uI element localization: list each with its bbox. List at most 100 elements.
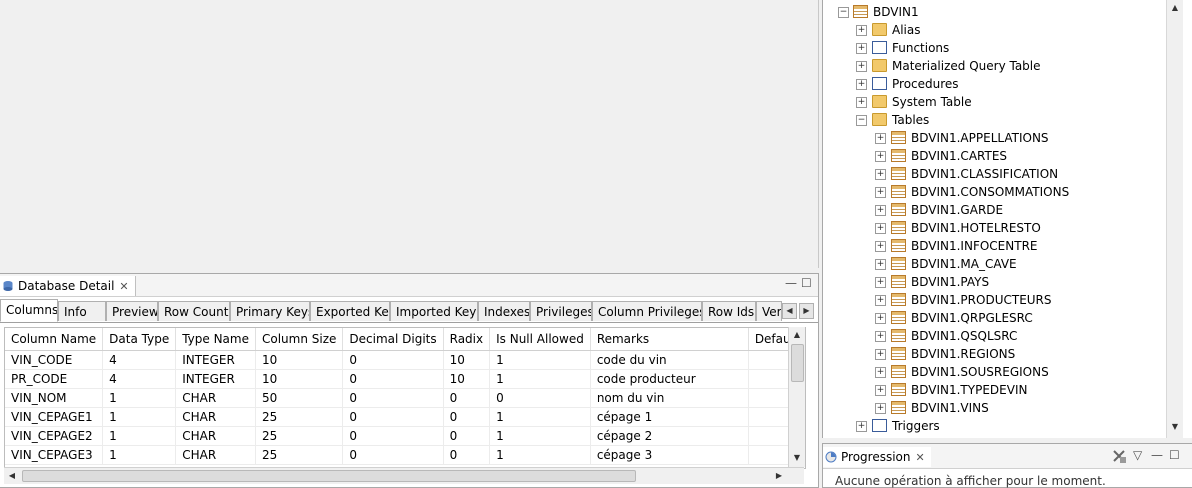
close-icon[interactable]: ✕ xyxy=(916,451,925,464)
column-header[interactable]: Type Name xyxy=(175,328,256,351)
tree-item-folder[interactable]: + Triggers xyxy=(823,417,1163,435)
expand-icon[interactable]: + xyxy=(856,97,867,108)
scroll-thumb[interactable] xyxy=(22,470,636,482)
tree-item-folder[interactable]: + Functions xyxy=(823,39,1163,57)
tree-item-table[interactable]: + BDVIN1.SOUSREGIONS xyxy=(823,363,1163,381)
tree-item-table[interactable]: + BDVIN1.CONSOMMATIONS xyxy=(823,183,1163,201)
tab-row-ids[interactable]: Row Ids xyxy=(702,301,756,321)
scroll-up-icon[interactable]: ▲ xyxy=(790,328,804,342)
table-row[interactable]: VIN_CEPAGE11CHAR25001cépage 125 xyxy=(5,407,805,427)
expand-icon[interactable]: + xyxy=(875,385,886,396)
table-row[interactable]: VIN_NOM1CHAR50000nom du vin50 xyxy=(5,388,805,408)
column-header[interactable]: Radix xyxy=(443,328,491,351)
tree-item-table[interactable]: + BDVIN1.INFOCENTRE xyxy=(823,237,1163,255)
tab-indexes[interactable]: Indexes xyxy=(478,301,530,321)
expand-icon[interactable]: + xyxy=(856,43,867,54)
scroll-left-icon[interactable]: ◀ xyxy=(5,469,19,483)
tabs-scroll-right-icon[interactable]: ▶ xyxy=(799,303,814,319)
scroll-up-icon[interactable]: ▲ xyxy=(1168,1,1182,15)
close-icon[interactable]: ✕ xyxy=(119,280,128,293)
expand-icon[interactable]: + xyxy=(875,169,886,180)
progress-tab[interactable]: Progression ✕ xyxy=(823,447,931,467)
scroll-right-icon[interactable]: ▶ xyxy=(772,469,786,483)
column-header[interactable]: Remarks xyxy=(590,328,749,351)
expand-icon[interactable]: + xyxy=(875,223,886,234)
expand-icon[interactable]: + xyxy=(856,61,867,72)
expand-icon[interactable]: + xyxy=(875,277,886,288)
tree-item-table[interactable]: + BDVIN1.VINS xyxy=(823,399,1163,417)
tree-item-table[interactable]: + BDVIN1.APPELLATIONS xyxy=(823,129,1163,147)
tree-item-table[interactable]: + BDVIN1.PAYS xyxy=(823,273,1163,291)
scroll-down-icon[interactable]: ▼ xyxy=(790,451,804,465)
tree-item-folder[interactable]: + Alias xyxy=(823,21,1163,39)
tab-columns[interactable]: Columns xyxy=(0,299,58,322)
expand-icon[interactable]: + xyxy=(875,367,886,378)
tab-preview[interactable]: Preview xyxy=(106,301,158,321)
tree-item-folder[interactable]: + System Table xyxy=(823,93,1163,111)
tab-primary-keys[interactable]: Primary Keys xyxy=(230,301,310,321)
expand-icon[interactable]: + xyxy=(875,151,886,162)
view-menu-icon[interactable]: ▽ xyxy=(1133,448,1142,462)
column-header[interactable]: Data Type xyxy=(102,328,177,351)
tree-item-table[interactable]: + BDVIN1.HOTELRESTO xyxy=(823,219,1163,237)
expand-icon[interactable]: + xyxy=(875,187,886,198)
tree-item-table[interactable]: + BDVIN1.TYPEDEVIN xyxy=(823,381,1163,399)
table-row[interactable]: VIN_CEPAGE31CHAR25001cépage 325 xyxy=(5,445,805,465)
tabs-scroll-left-icon[interactable]: ◀ xyxy=(782,303,797,319)
expand-icon[interactable]: + xyxy=(875,349,886,360)
tree-item-folder[interactable]: + Materialized Query Table xyxy=(823,57,1163,75)
scroll-down-icon[interactable]: ▼ xyxy=(1168,420,1182,434)
column-header[interactable]: Is Null Allowed xyxy=(489,328,591,351)
table-horizontal-scrollbar[interactable]: ◀ ▶ xyxy=(4,467,804,484)
progress-view: Progression ✕ ▽ — ☐ Aucune opération à af… xyxy=(822,443,1192,488)
maximize-icon[interactable]: ☐ xyxy=(801,276,812,290)
minimize-icon[interactable]: — xyxy=(785,276,797,290)
expand-icon[interactable]: + xyxy=(856,79,867,90)
table-row[interactable]: PR_CODE4INTEGER100101code producteur-1 xyxy=(5,369,805,389)
tree-item-table[interactable]: + BDVIN1.PRODUCTEURS xyxy=(823,291,1163,309)
expand-icon[interactable]: + xyxy=(875,313,886,324)
tree-item-folder[interactable]: − Tables xyxy=(823,111,1163,129)
tab-privileges[interactable]: Privileges xyxy=(530,301,592,321)
expand-icon[interactable]: + xyxy=(875,259,886,270)
column-header[interactable]: Column Size xyxy=(255,328,344,351)
tab-row-count[interactable]: Row Count xyxy=(158,301,230,321)
database-detail-tab[interactable]: Database Detail ✕ xyxy=(0,276,136,296)
tree-item-table[interactable]: + BDVIN1.GARDE xyxy=(823,201,1163,219)
minimize-icon[interactable]: — xyxy=(1151,448,1163,462)
collapse-icon[interactable]: − xyxy=(856,115,867,126)
tree-item-table[interactable]: + BDVIN1.REGIONS xyxy=(823,345,1163,363)
table-row[interactable]: VIN_CODE4INTEGER100101code du vin-1 xyxy=(5,350,805,370)
tab-info[interactable]: Info xyxy=(58,301,106,321)
column-header[interactable]: Decimal Digits xyxy=(342,328,444,351)
collapse-icon[interactable]: − xyxy=(838,7,849,18)
tree-vertical-scrollbar[interactable]: ▲ ▼ xyxy=(1166,0,1183,438)
maximize-icon[interactable]: ☐ xyxy=(1169,448,1180,462)
expand-icon[interactable]: + xyxy=(875,241,886,252)
expand-icon[interactable]: + xyxy=(875,403,886,414)
folder-icon xyxy=(872,59,887,72)
tree-item-table[interactable]: + BDVIN1.CLASSIFICATION xyxy=(823,165,1163,183)
table-vertical-scrollbar[interactable]: ▲ ▼ xyxy=(788,327,805,467)
expand-icon[interactable]: + xyxy=(875,205,886,216)
table-row[interactable]: VIN_CEPAGE21CHAR25001cépage 225 xyxy=(5,426,805,446)
expand-icon[interactable]: + xyxy=(875,133,886,144)
tree-item-table[interactable]: + BDVIN1.QRPGLESRC xyxy=(823,309,1163,327)
expand-icon[interactable]: + xyxy=(856,421,867,432)
folder-icon xyxy=(872,23,887,36)
expand-icon[interactable]: + xyxy=(875,295,886,306)
tree-item-table[interactable]: + BDVIN1.QSQLSRC xyxy=(823,327,1163,345)
remove-all-icon[interactable] xyxy=(1111,448,1127,464)
expand-icon[interactable]: + xyxy=(875,331,886,342)
scroll-thumb[interactable] xyxy=(791,344,804,382)
tab-imported-keys[interactable]: Imported Keys xyxy=(390,301,478,321)
tab-exported-keys[interactable]: Exported Keys xyxy=(310,301,390,321)
tree-item-folder[interactable]: + Procedures xyxy=(823,75,1163,93)
tree-item-root[interactable]: − BDVIN1 xyxy=(823,3,1163,21)
tree-item-table[interactable]: + BDVIN1.CARTES xyxy=(823,147,1163,165)
tab-column-privileges[interactable]: Column Privileges xyxy=(592,301,702,321)
tree-item-table[interactable]: + BDVIN1.MA_CAVE xyxy=(823,255,1163,273)
column-header[interactable]: Column Name xyxy=(5,328,104,351)
tab-ver[interactable]: Ver xyxy=(756,301,782,321)
expand-icon[interactable]: + xyxy=(856,25,867,36)
